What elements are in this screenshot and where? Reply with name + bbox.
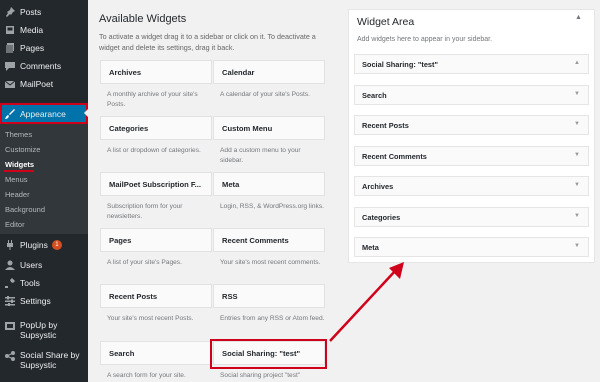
widget-description: Your site's most recent comments. [220,259,321,266]
widget-recent-comments[interactable]: Recent Comments [213,228,325,252]
tools-icon [4,278,15,289]
sidebar-item-plugins[interactable]: Plugins 1 [0,236,88,254]
sidebar-item-label: Settings [20,296,51,306]
widget-description: A list or dropdown of categories. [107,147,201,154]
caret-down-icon[interactable]: ▼ [574,213,580,219]
widget-meta[interactable]: Meta [213,172,325,196]
submenu-background[interactable]: Background [5,205,45,214]
pages-icon [4,43,15,54]
current-menu-notch [84,108,89,118]
pin-icon [4,7,15,18]
sidebar-item-posts[interactable]: Posts [0,3,88,21]
caret-down-icon[interactable]: ▼ [574,121,580,127]
sidebar-item-pages[interactable]: Pages [0,39,88,57]
sidebar-item-label: Plugins [20,240,48,250]
sidebar-item-label: PopUp by Supsystic [20,320,58,340]
widget-description: Entries from any RSS or Atom feed. [220,315,325,322]
sidebar-item-tools[interactable]: Tools [0,274,88,292]
area-widget-recent-comments[interactable]: Recent Comments ▼ [354,146,589,166]
caret-down-icon[interactable]: ▼ [574,91,580,97]
caret-up-icon[interactable]: ▲ [574,60,580,66]
caret-down-icon[interactable]: ▼ [574,182,580,188]
area-widget-archives[interactable]: Archives ▼ [354,176,589,196]
sidebar-item-settings[interactable]: Settings [0,292,88,310]
area-widget-social-sharing[interactable]: Social Sharing: "test" ▲ [354,54,589,74]
sidebar-item-label: Media [20,25,44,35]
sidebar-item-label: MailPoet [20,79,54,89]
area-widget-title: Archives [362,182,394,191]
caret-down-icon[interactable]: ▼ [574,243,580,249]
submenu-customize[interactable]: Customize [5,145,40,154]
social-sharing-highlight-box [210,339,327,369]
users-icon [4,260,15,271]
area-widget-title: Meta [362,243,379,252]
widget-description: A list of your site's Pages. [107,259,182,266]
area-widget-meta[interactable]: Meta ▼ [354,237,589,257]
popup-icon [4,320,15,331]
mailpoet-icon [4,79,15,90]
submenu-editor[interactable]: Editor [5,220,25,229]
sidebar-item-media[interactable]: Media [0,21,88,39]
admin-sidebar: Posts Media Pages Comments MailPoet Appe… [0,0,89,382]
submenu-header[interactable]: Header [5,190,30,199]
area-widget-recent-posts[interactable]: Recent Posts ▼ [354,115,589,135]
widget-categories[interactable]: Categories [100,116,212,140]
plugin-icon [4,240,15,251]
widget-description: Add a custom menu to your sidebar. [220,147,301,164]
area-widget-title: Search [362,91,387,100]
area-widget-title: Recent Comments [362,152,427,161]
widget-pages[interactable]: Pages [100,228,212,252]
widget-description: A calendar of your site's Posts. [220,91,310,98]
media-icon [4,25,15,36]
area-widget-title: Social Sharing: "test" [362,60,439,69]
widget-custom-menu[interactable]: Custom Menu [213,116,325,140]
sidebar-item-label: Pages [20,43,45,53]
widget-area-description: Add widgets here to appear in your sideb… [357,36,493,43]
widget-search[interactable]: Search [100,341,212,365]
brush-icon [4,108,15,119]
widget-description: Your site's most recent Posts. [107,315,194,322]
sidebar-item-label: Appearance [20,108,66,119]
submenu-themes[interactable]: Themes [5,130,32,139]
sidebar-item-social-share[interactable]: Social Share by Supsystic [0,350,88,374]
sidebar-item-users[interactable]: Users [0,256,88,274]
area-widget-search[interactable]: Search ▼ [354,85,589,105]
comments-icon [4,61,15,72]
widget-description: Subscription form for your newsletters. [107,203,183,220]
settings-icon [4,296,15,307]
widget-archives[interactable]: Archives [100,60,212,84]
submenu-widgets[interactable]: Widgets [5,160,34,169]
sidebar-item-label: Social Share by Supsystic [20,350,80,370]
area-widget-categories[interactable]: Categories ▼ [354,207,589,227]
widget-rss[interactable]: RSS [213,284,325,308]
sidebar-item-label: Comments [20,61,62,71]
available-widgets-description: To activate a widget drag it to a sideba… [99,32,316,52]
widget-description: Social sharing project "test" [220,372,301,379]
widget-description: A search form for your site. [107,372,186,379]
sidebar-item-comments[interactable]: Comments [0,57,88,75]
widgets-underline-highlight [4,170,34,172]
sidebar-item-label: Users [20,260,43,270]
available-widgets-heading: Available Widgets [99,13,187,25]
widget-area-heading[interactable]: Widget Area [357,16,414,28]
widget-description: A monthly archive of your site's Posts. [107,91,198,108]
widget-description: Login, RSS, & WordPress.org links. [220,203,324,210]
area-widget-title: Recent Posts [362,121,409,130]
sidebar-item-mailpoet[interactable]: MailPoet [0,75,88,93]
sidebar-item-appearance[interactable]: Appearance [0,103,89,124]
widget-mailpoet-subscription[interactable]: MailPoet Subscription F... [100,172,212,196]
sidebar-item-popup[interactable]: PopUp by Supsystic [0,320,88,344]
submenu-menus[interactable]: Menus [5,175,28,184]
caret-down-icon[interactable]: ▼ [574,152,580,158]
sidebar-item-label: Tools [20,278,40,288]
sidebar-item-label: Posts [20,7,42,17]
widget-recent-posts[interactable]: Recent Posts [100,284,212,308]
update-count-badge: 1 [51,240,62,250]
collapse-up-icon[interactable]: ▲ [575,14,582,21]
share-icon [4,350,15,361]
area-widget-title: Categories [362,213,401,222]
widget-calendar[interactable]: Calendar [213,60,325,84]
appearance-submenu: Themes Customize Widgets Menus Header Ba… [0,124,88,234]
